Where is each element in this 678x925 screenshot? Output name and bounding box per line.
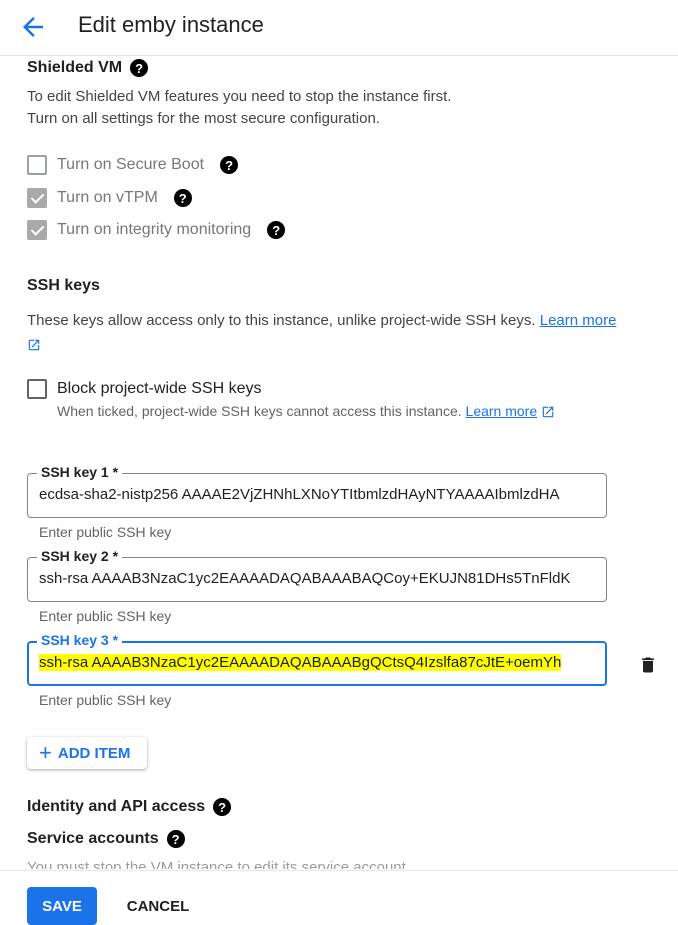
- save-button[interactable]: SAVE: [27, 887, 97, 925]
- external-link-icon[interactable]: [541, 405, 555, 419]
- help-icon[interactable]: ?: [213, 798, 232, 816]
- learn-more-link[interactable]: Learn more: [540, 312, 617, 329]
- secure-boot-label: Turn on Secure Boot: [57, 156, 205, 173]
- delete-ssh-key-3-button[interactable]: [638, 654, 658, 676]
- edit-instance-page: Edit emby instance Shielded VM ? To edit…: [0, 0, 678, 925]
- form-content[interactable]: Shielded VM ? To edit Shielded VM featur…: [0, 57, 678, 869]
- secure-boot-checkbox[interactable]: [27, 155, 47, 175]
- block-project-ssh-option: Block project-wide SSH keys: [27, 379, 262, 399]
- ssh-key-3-label: SSH key 3 *: [37, 632, 123, 648]
- page-header: Edit emby instance: [0, 0, 678, 56]
- ssh-key-1-input[interactable]: ecdsa-sha2-nistp256 AAAAE2VjZHNhLXNoYTIt…: [39, 486, 600, 503]
- ssh-key-3-field[interactable]: SSH key 3 * ssh-rsa AAAAB3NzaC1yc2EAAAAD…: [27, 632, 607, 686]
- page-title: Edit emby instance: [78, 12, 264, 37]
- vtpm-option: Turn on vTPM ?: [27, 188, 192, 208]
- vtpm-checkbox[interactable]: [27, 188, 47, 208]
- shielded-vm-title: Shielded VM: [27, 59, 123, 76]
- ssh-key-3-input[interactable]: ssh-rsa AAAAB3NzaC1yc2EAAAADAQABAAABgQCt…: [39, 654, 599, 671]
- service-accounts-heading: Service accounts ?: [27, 830, 185, 848]
- integrity-monitoring-checkbox[interactable]: [27, 220, 47, 240]
- block-project-ssh-label: Block project-wide SSH keys: [57, 380, 262, 397]
- cancel-button[interactable]: CANCEL: [117, 887, 199, 925]
- back-button[interactable]: [18, 12, 48, 42]
- identity-title: Identity and API access: [27, 798, 206, 815]
- integrity-monitoring-option: Turn on integrity monitoring ?: [27, 220, 286, 240]
- ssh-keys-title: SSH keys: [27, 277, 100, 294]
- ssh-keys-desc: These keys allow access only to this ins…: [27, 309, 667, 357]
- ssh-key-1-label: SSH key 1 *: [37, 464, 123, 480]
- block-project-ssh-checkbox[interactable]: [27, 379, 47, 399]
- trash-icon: [642, 657, 654, 673]
- help-icon[interactable]: ?: [130, 59, 149, 77]
- ssh-key-3-value: ssh-rsa AAAAB3NzaC1yc2EAAAADAQABAAABgQCt…: [39, 654, 562, 671]
- ssh-key-2-hint: Enter public SSH key: [39, 608, 172, 624]
- help-icon[interactable]: ?: [166, 830, 185, 848]
- secure-boot-option: Turn on Secure Boot ?: [27, 155, 239, 175]
- plus-icon: +: [39, 740, 52, 765]
- shielded-vm-desc-2: Turn on all settings for the most secure…: [27, 110, 380, 127]
- service-account-note: You must stop the VM instance to edit it…: [27, 859, 406, 869]
- block-project-ssh-desc: When ticked, project-wide SSH keys canno…: [57, 403, 555, 419]
- help-icon[interactable]: ?: [220, 156, 239, 174]
- ssh-key-2-input[interactable]: ssh-rsa AAAAB3NzaC1yc2EAAAADAQABAAABAQCo…: [39, 570, 600, 587]
- block-learn-more-link[interactable]: Learn more: [466, 403, 538, 419]
- ssh-key-2-field[interactable]: SSH key 2 * ssh-rsa AAAAB3NzaC1yc2EAAAAD…: [27, 548, 607, 602]
- ssh-key-1-field[interactable]: SSH key 1 * ecdsa-sha2-nistp256 AAAAE2Vj…: [27, 464, 607, 518]
- add-item-button[interactable]: + ADD ITEM: [27, 737, 147, 769]
- ssh-key-3-hint: Enter public SSH key: [39, 692, 172, 708]
- help-icon[interactable]: ?: [173, 189, 192, 207]
- identity-heading: Identity and API access ?: [27, 798, 232, 816]
- form-footer: SAVE CANCEL: [0, 870, 678, 925]
- ssh-keys-desc-text: These keys allow access only to this ins…: [27, 312, 536, 329]
- shielded-vm-desc-1: To edit Shielded VM features you need to…: [27, 88, 452, 105]
- shielded-vm-heading: Shielded VM ?: [27, 59, 149, 77]
- integrity-monitoring-label: Turn on integrity monitoring: [57, 221, 252, 238]
- arrow-left-icon: [23, 17, 43, 37]
- service-accounts-title: Service accounts: [27, 830, 159, 847]
- ssh-key-1-hint: Enter public SSH key: [39, 524, 172, 540]
- ssh-keys-heading: SSH keys: [27, 277, 100, 295]
- help-icon[interactable]: ?: [267, 221, 286, 239]
- vtpm-label: Turn on vTPM: [57, 189, 158, 206]
- external-link-icon[interactable]: [27, 338, 41, 352]
- ssh-key-2-label: SSH key 2 *: [37, 548, 123, 564]
- block-project-ssh-desc-text: When ticked, project-wide SSH keys canno…: [57, 403, 462, 419]
- add-item-label: ADD ITEM: [57, 744, 131, 762]
